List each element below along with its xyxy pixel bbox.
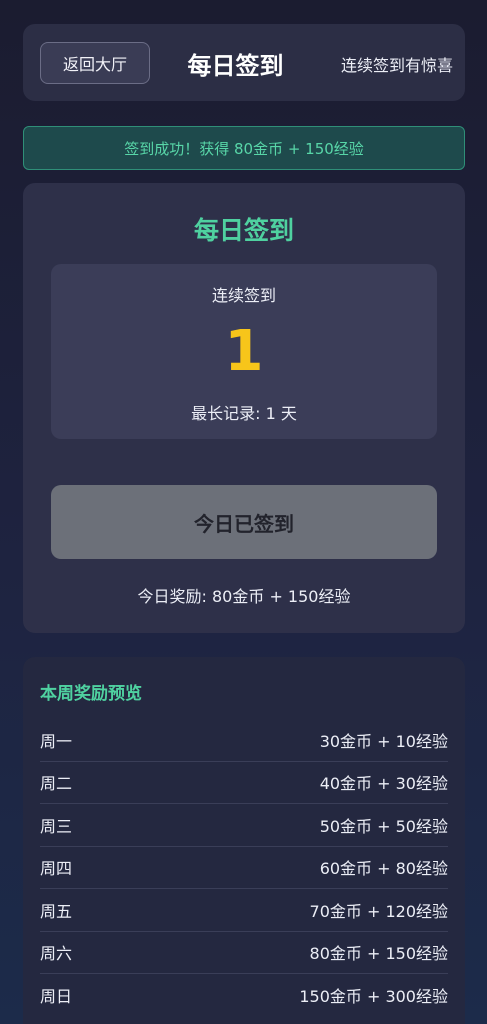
back-to-lobby-button[interactable]: 返回大厅 <box>40 42 150 84</box>
streak-box: 连续签到 1 最长记录: 1 天 <box>51 264 437 439</box>
week-day-label: 周六 <box>40 944 73 964</box>
week-row-wed: 周三 50金币 + 50经验 <box>40 804 448 847</box>
week-day-reward: 150金币 + 300经验 <box>299 987 448 1007</box>
week-reward-list: 周一 30金币 + 10经验 周二 40金币 + 30经验 周三 50金币 + … <box>40 719 448 1017</box>
week-day-label: 周五 <box>40 901 73 921</box>
success-banner: 签到成功！获得 80金币 + 150经验 <box>23 126 465 170</box>
checkin-card: 每日签到 连续签到 1 最长记录: 1 天 今日已签到 今日奖励: 80金币 +… <box>23 183 465 633</box>
week-row-thu: 周四 60金币 + 80经验 <box>40 847 448 889</box>
week-day-label: 周一 <box>40 731 73 751</box>
checkin-button[interactable]: 今日已签到 <box>51 485 437 559</box>
week-day-label: 周二 <box>40 774 73 794</box>
streak-label: 连续签到 <box>211 286 276 305</box>
week-day-reward: 50金币 + 50经验 <box>319 816 448 836</box>
week-day-reward: 40金币 + 30经验 <box>319 774 448 794</box>
week-day-label: 周日 <box>40 987 73 1007</box>
week-row-sun: 周日 150金币 + 300经验 <box>40 974 448 1017</box>
week-day-reward: 60金币 + 80经验 <box>319 859 448 879</box>
week-day-reward: 70金币 + 120经验 <box>309 901 448 921</box>
streak-count: 1 <box>224 319 264 384</box>
today-reward: 今日奖励: 80金币 + 150经验 <box>137 587 351 606</box>
header-subtitle: 连续签到有惊喜 <box>340 56 453 75</box>
week-day-label: 周三 <box>40 816 73 836</box>
week-row-tue: 周二 40金币 + 30经验 <box>40 762 448 804</box>
page-header: 返回大厅 每日签到 连续签到有惊喜 <box>23 24 465 101</box>
week-preview-title: 本周奖励预览 <box>40 683 142 704</box>
checkin-title: 每日签到 <box>193 216 294 245</box>
week-row-mon: 周一 30金币 + 10经验 <box>40 719 448 762</box>
week-reward-preview: 本周奖励预览 周一 30金币 + 10经验 周二 40金币 + 30经验 周三 … <box>23 657 465 1024</box>
week-day-reward: 80金币 + 150经验 <box>309 944 448 964</box>
week-day-label: 周四 <box>40 859 73 879</box>
week-row-fri: 周五 70金币 + 120经验 <box>40 889 448 932</box>
page-title: 每日签到 <box>187 51 284 80</box>
week-row-sat: 周六 80金币 + 150经验 <box>40 932 448 974</box>
streak-record: 最长记录: 1 天 <box>191 404 297 423</box>
week-day-reward: 30金币 + 10经验 <box>319 731 448 751</box>
